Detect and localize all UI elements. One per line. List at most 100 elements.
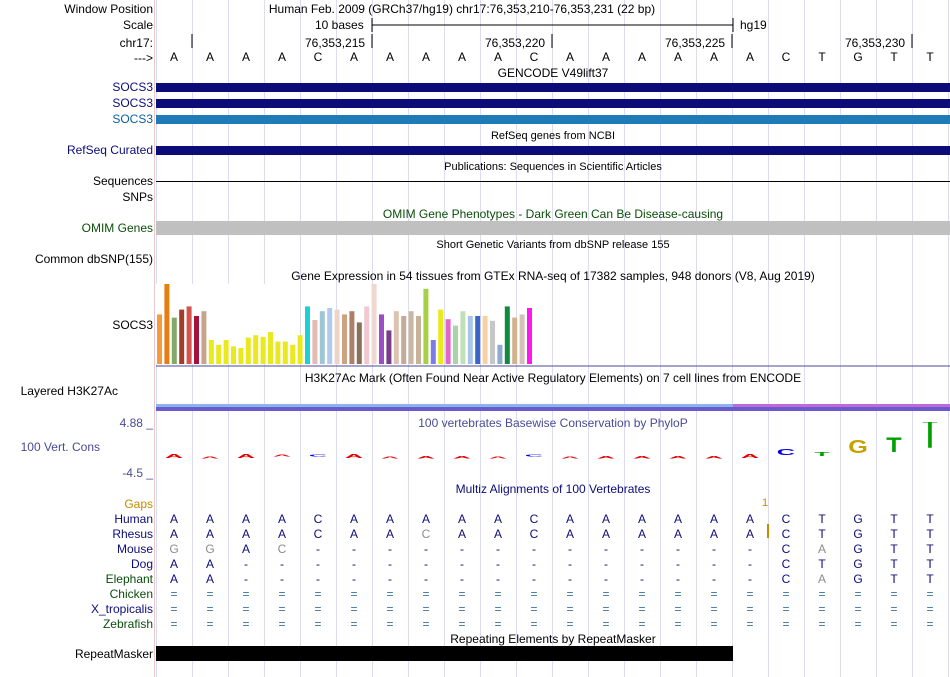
alignment-base: A	[169, 572, 178, 586]
gtex-bar-chart[interactable]	[156, 283, 950, 367]
label-sequences[interactable]: Sequences	[93, 174, 153, 188]
phylop-glyph: A	[273, 454, 291, 457]
alignment-base: C	[421, 527, 431, 541]
phylop-logo-track[interactable]: A A A A C A A A A ACA A A A A A C T G T T	[156, 422, 950, 482]
alignment-base: =	[638, 602, 646, 616]
alignment-base: T	[818, 512, 826, 526]
alignment-base: C	[781, 557, 791, 571]
gtex-tissue-bar	[393, 311, 399, 364]
phylop-glyph: T	[922, 422, 938, 457]
alignment-base: T	[926, 542, 934, 556]
reference-base: A	[709, 50, 718, 64]
alignment-base: C	[529, 527, 539, 541]
alignment-base: =	[782, 587, 790, 601]
reference-base: C	[781, 50, 791, 64]
alignment-base: T	[890, 572, 898, 586]
label-100-vert-cons[interactable]: 100 Vert. Cons	[21, 440, 100, 454]
species-label-chicken[interactable]: Chicken	[110, 587, 153, 601]
phylop-glyph: C	[777, 448, 796, 457]
alignment-base: A	[673, 527, 682, 541]
species-label-rhesus[interactable]: Rhesus	[112, 527, 153, 541]
alignment-base: =	[458, 617, 466, 631]
alignment-base: =	[422, 587, 430, 601]
alignment-base: =	[206, 587, 214, 601]
gencode-transcript-bar-2[interactable]	[156, 99, 950, 108]
alignment-base: =	[386, 602, 394, 616]
label-common-dbsnp[interactable]: Common dbSNP(155)	[35, 252, 153, 266]
gtex-tissue-bar	[386, 330, 392, 364]
alignment-base: A	[817, 572, 826, 586]
species-label-human[interactable]: Human	[114, 512, 153, 526]
alignment-base: A	[169, 512, 178, 526]
alignment-base: A	[349, 512, 358, 526]
reference-base: A	[457, 50, 466, 64]
alignment-base: A	[205, 557, 214, 571]
alignment-base: =	[530, 602, 538, 616]
alignment-base: =	[350, 617, 358, 631]
label-gtex-socs3[interactable]: SOCS3	[112, 318, 153, 332]
alignment-base: A	[709, 512, 718, 526]
alignment-base: T	[818, 557, 826, 571]
alignment-base: =	[602, 602, 610, 616]
alignment-base: =	[710, 617, 718, 631]
alignment-base: A	[457, 512, 466, 526]
phylop-glyph: A	[165, 453, 183, 459]
species-label-dog[interactable]: Dog	[131, 557, 153, 571]
alignment-base: A	[169, 557, 178, 571]
gtex-tissue-bar	[164, 284, 170, 364]
label-refseq-curated[interactable]: RefSeq Curated	[67, 143, 153, 157]
label-repeatmasker[interactable]: RepeatMasker	[75, 647, 153, 661]
label-socs3-transcript-1[interactable]: SOCS3	[112, 80, 153, 94]
omim-gene-bar[interactable]	[156, 221, 950, 235]
alignment-base: A	[637, 512, 646, 526]
reference-base: A	[277, 50, 286, 64]
alignment-base: -	[604, 572, 608, 586]
refseq-transcript-bar[interactable]	[156, 146, 950, 155]
h3k27ac-signal-c[interactable]	[156, 407, 950, 411]
label-chrom: chr17:	[119, 36, 153, 50]
alignment-base: =	[206, 602, 214, 616]
gencode-transcript-bar-3[interactable]	[156, 115, 950, 124]
alignment-base: C	[313, 527, 323, 541]
species-label-zebrafish[interactable]: Zebrafish	[103, 617, 153, 631]
alignment-base: -	[244, 572, 248, 586]
alignment-base: -	[604, 542, 608, 556]
gtex-tissue-bar	[201, 311, 207, 364]
reference-base: T	[926, 50, 934, 64]
label-layered-h3k27ac[interactable]: Layered H3K27Ac	[21, 384, 118, 398]
alignment-base: A	[565, 527, 574, 541]
alignment-base: T	[890, 527, 898, 541]
alignment-base: =	[242, 587, 250, 601]
gtex-tissue-bar	[371, 284, 377, 364]
alignment-base: T	[890, 512, 898, 526]
label-socs3-transcript-2[interactable]: SOCS3	[112, 96, 153, 110]
gtex-tissue-bar	[497, 344, 503, 364]
reference-base: A	[637, 50, 646, 64]
alignment-base: =	[530, 587, 538, 601]
gtex-tissue-bar	[512, 317, 518, 364]
alignment-base: =	[566, 617, 574, 631]
gaps-mark: 1	[762, 497, 769, 509]
alignment-base: A	[493, 512, 502, 526]
species-label-elephant[interactable]: Elephant	[106, 572, 153, 586]
coord-label-1: 76,353,215	[305, 36, 366, 50]
gtex-tissue-bar	[223, 340, 229, 364]
species-label-x_tropicalis[interactable]: X_tropicalis	[91, 602, 153, 616]
phylop-glyph: A	[453, 455, 471, 459]
label-omim-genes[interactable]: OMIM Genes	[82, 221, 153, 235]
label-snps[interactable]: SNPs	[122, 190, 153, 204]
genome-browser-image[interactable]: Window Position Scale chr17: ---> SOCS3 …	[0, 0, 950, 677]
alignment-base: -	[748, 557, 752, 571]
alignment-base: -	[676, 542, 680, 556]
alignment-base: G	[853, 572, 863, 586]
reference-base: T	[890, 50, 898, 64]
species-label-mouse[interactable]: Mouse	[117, 542, 153, 556]
gencode-transcript-bar-1[interactable]	[156, 83, 950, 92]
alignment-base: =	[746, 587, 754, 601]
assembly-position-text: Human Feb. 2009 (GRCh37/hg19) chr17:76,3…	[268, 2, 656, 16]
label-socs3-transcript-3[interactable]: SOCS3	[112, 112, 153, 126]
phylop-glyph: A	[237, 453, 255, 459]
repeatmasker-element-bar[interactable]	[156, 646, 733, 661]
gtex-tissue-bar	[179, 309, 185, 364]
gtex-tissue-bar	[253, 335, 259, 364]
